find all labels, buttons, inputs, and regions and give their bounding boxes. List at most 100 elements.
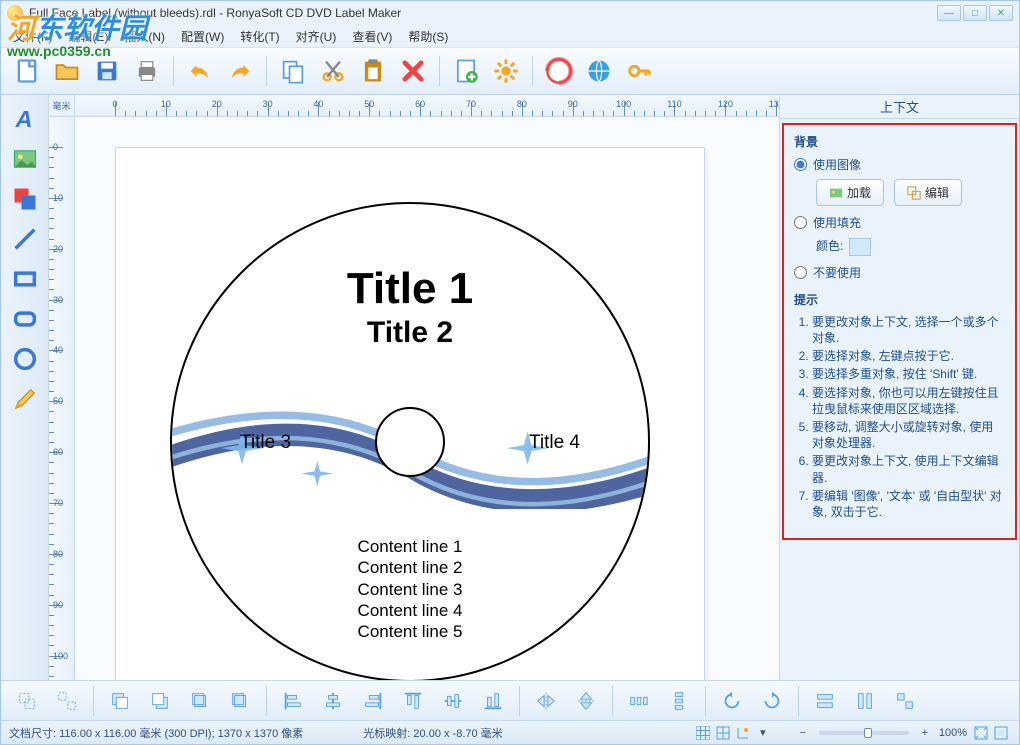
web-button[interactable]	[581, 53, 617, 89]
ruler-unit: 毫米	[49, 95, 75, 117]
edit-button[interactable]: 编辑	[894, 179, 962, 206]
save-button[interactable]	[89, 53, 125, 89]
disc-title-1[interactable]: Title 1	[172, 264, 648, 314]
send-back-button[interactable]	[142, 683, 178, 719]
flip-v-button[interactable]	[568, 683, 604, 719]
app-icon	[7, 5, 23, 21]
distribute-v-button[interactable]	[661, 683, 697, 719]
same-size-button[interactable]	[887, 683, 923, 719]
align-middle-v-button[interactable]	[435, 683, 471, 719]
menu-convert[interactable]: 转化(T)	[234, 26, 285, 47]
image-tool[interactable]	[7, 141, 43, 177]
zoom-slider[interactable]	[819, 731, 909, 735]
align-toolbar	[1, 680, 1019, 720]
status-doc-size: 文档尺寸: 116.00 x 116.00 毫米 (300 DPI); 1370…	[9, 725, 303, 741]
copy-button[interactable]	[275, 53, 311, 89]
context-panel: 上下文 背景 使用图像 加载 编辑 使用填充 颜色: 不要使用 提示 要更改对象…	[779, 95, 1019, 680]
menu-layout[interactable]: 配置(W)	[175, 26, 230, 47]
ellipse-tool[interactable]	[7, 341, 43, 377]
shapes-tool[interactable]	[7, 181, 43, 217]
color-swatch[interactable]	[849, 238, 871, 256]
grid-icon[interactable]	[695, 725, 711, 741]
roundrect-tool[interactable]	[7, 301, 43, 337]
panel-title: 上下文	[780, 95, 1019, 119]
rect-tool[interactable]	[7, 261, 43, 297]
undo-button[interactable]	[182, 53, 218, 89]
disc-title-4[interactable]: Title 4	[529, 432, 580, 454]
main-toolbar	[1, 47, 1019, 95]
arrow-down-icon[interactable]: ▾	[755, 725, 771, 741]
horizontal-ruler[interactable]: 0102030405060708090100110120130	[75, 95, 779, 117]
settings-button[interactable]	[488, 53, 524, 89]
app-window: 河东软件园 www.pc0359.cn Full Face Label (wit…	[0, 0, 1020, 745]
align-left-button[interactable]	[275, 683, 311, 719]
delete-button[interactable]	[395, 53, 431, 89]
tools-toolbar: A	[1, 95, 49, 680]
ungroup-button[interactable]	[49, 683, 85, 719]
align-top-button[interactable]	[395, 683, 431, 719]
open-button[interactable]	[49, 53, 85, 89]
load-button[interactable]: 加载	[816, 179, 884, 206]
paste-button[interactable]	[355, 53, 391, 89]
zoom-in-icon[interactable]: +	[917, 725, 933, 741]
menu-help[interactable]: 帮助(S)	[402, 26, 454, 47]
forward-button[interactable]	[182, 683, 218, 719]
hints-header: 提示	[794, 291, 1005, 308]
maximize-button[interactable]: □	[963, 5, 987, 21]
zoom-value: 100%	[939, 727, 967, 739]
key-button[interactable]	[621, 53, 657, 89]
canvas-area: 毫米 0102030405060708090100110120130 01020…	[49, 95, 779, 680]
minimize-button[interactable]: —	[937, 5, 961, 21]
disc-content[interactable]: Content line 1 Content line 2 Content li…	[172, 536, 648, 642]
text-tool[interactable]: A	[7, 101, 43, 137]
snap-icon[interactable]	[715, 725, 731, 741]
menu-align[interactable]: 对齐(U)	[290, 26, 343, 47]
guides-icon[interactable]	[735, 725, 751, 741]
import-button[interactable]	[448, 53, 484, 89]
disc-label[interactable]: Title 1 Title 2 Title 3 Title 4 Content …	[170, 202, 650, 680]
align-bottom-button[interactable]	[475, 683, 511, 719]
rotate-left-button[interactable]	[714, 683, 750, 719]
zoom-out-icon[interactable]: −	[795, 725, 811, 741]
cut-button[interactable]	[315, 53, 351, 89]
flip-h-button[interactable]	[528, 683, 564, 719]
color-label: 颜色:	[816, 239, 843, 253]
rotate-right-button[interactable]	[754, 683, 790, 719]
hints-list: 要更改对象上下文, 选择一个或多个对象. 要选择对象, 左键点按于它. 要选择多…	[794, 314, 1005, 520]
disc-hole	[375, 407, 445, 477]
disc-title-3[interactable]: Title 3	[240, 432, 291, 454]
window-title: Full Face Label (without bleeds).rdl - R…	[29, 6, 937, 20]
fit-icon[interactable]	[973, 725, 989, 741]
same-width-button[interactable]	[807, 683, 843, 719]
radio-use-image[interactable]: 使用图像	[794, 156, 1005, 173]
close-button[interactable]: ✕	[989, 5, 1013, 21]
menubar: 文件(F) 编辑(E) 插入(N) 配置(W) 转化(T) 对齐(U) 查看(V…	[1, 25, 1019, 47]
new-button[interactable]	[9, 53, 45, 89]
group-button[interactable]	[9, 683, 45, 719]
align-right-button[interactable]	[355, 683, 391, 719]
status-cursor: 光标映射: 20.00 x -8.70 毫米	[363, 725, 502, 741]
radio-use-fill[interactable]: 使用填充	[794, 214, 1005, 231]
background-header: 背景	[794, 133, 1005, 150]
vertical-ruler[interactable]: 0102030405060708090100110	[49, 117, 75, 680]
line-tool[interactable]	[7, 221, 43, 257]
pencil-tool[interactable]	[7, 381, 43, 417]
backward-button[interactable]	[222, 683, 258, 719]
align-center-h-button[interactable]	[315, 683, 351, 719]
print-button[interactable]	[129, 53, 165, 89]
help-button[interactable]	[541, 53, 577, 89]
panel-highlight: 背景 使用图像 加载 编辑 使用填充 颜色: 不要使用 提示 要更改对象上下文,…	[782, 123, 1017, 540]
canvas[interactable]: Title 1 Title 2 Title 3 Title 4 Content …	[75, 117, 779, 680]
redo-button[interactable]	[222, 53, 258, 89]
disc-title-2[interactable]: Title 2	[172, 316, 648, 350]
menu-file[interactable]: 文件(F)	[7, 26, 58, 47]
same-height-button[interactable]	[847, 683, 883, 719]
menu-edit[interactable]: 编辑(E)	[62, 26, 114, 47]
menu-insert[interactable]: 插入(N)	[118, 26, 171, 47]
bring-front-button[interactable]	[102, 683, 138, 719]
work-area: A 毫米 0102030405060708090100110120130 010…	[1, 95, 1019, 680]
distribute-h-button[interactable]	[621, 683, 657, 719]
menu-view[interactable]: 查看(V)	[346, 26, 398, 47]
radio-use-none[interactable]: 不要使用	[794, 264, 1005, 281]
fullscreen-icon[interactable]	[993, 725, 1009, 741]
